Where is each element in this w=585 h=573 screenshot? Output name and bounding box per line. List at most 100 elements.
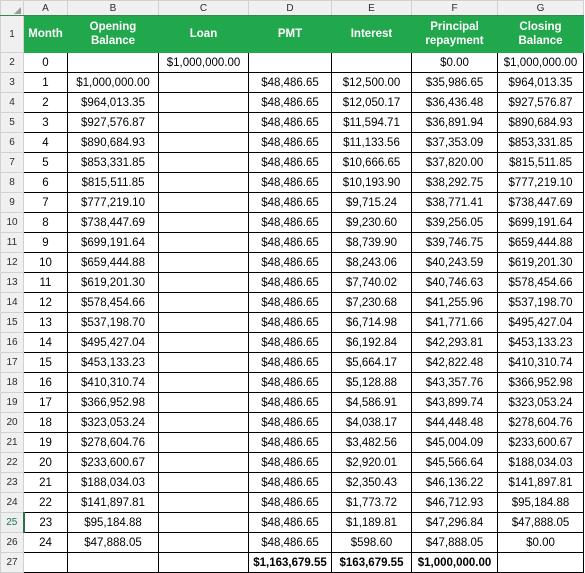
cell-month-21[interactable]: 19 — [23, 432, 68, 453]
cell-closing-balance-9[interactable]: $738,447.69 — [497, 192, 584, 213]
cell-month-10[interactable]: 8 — [23, 212, 68, 233]
select-all-corner[interactable] — [0, 0, 24, 16]
cell-loan-23[interactable] — [158, 472, 249, 493]
cell-loan-26[interactable] — [158, 532, 249, 553]
cell-opening-balance-17[interactable]: $453,133.23 — [67, 352, 159, 373]
cell-opening-balance-2[interactable] — [67, 52, 159, 73]
cell-opening-balance-7[interactable]: $853,331.85 — [67, 152, 159, 173]
row-header-26[interactable]: 26 — [0, 532, 24, 553]
cell-opening-balance-14[interactable]: $578,454.66 — [67, 292, 159, 313]
row-header-16[interactable]: 16 — [0, 332, 24, 353]
cell-interest-14[interactable]: $7,230.68 — [331, 292, 412, 313]
row-header-20[interactable]: 20 — [0, 412, 24, 433]
cell-loan-9[interactable] — [158, 192, 249, 213]
cell-pmt-4[interactable]: $48,486.65 — [248, 92, 332, 113]
cell-loan-14[interactable] — [158, 292, 249, 313]
header-cell-interest[interactable]: Interest — [331, 15, 412, 53]
cell-principal-repayment-14[interactable]: $41,255.96 — [411, 292, 498, 313]
cell-interest-8[interactable]: $10,193.90 — [331, 172, 412, 193]
cell-opening-balance-18[interactable]: $410,310.74 — [67, 372, 159, 393]
cell-closing-balance-5[interactable]: $890,684.93 — [497, 112, 584, 133]
cell-principal-repayment-16[interactable]: $42,293.81 — [411, 332, 498, 353]
cell-closing-balance-10[interactable]: $699,191.64 — [497, 212, 584, 233]
cell-principal-repayment-10[interactable]: $39,256.05 — [411, 212, 498, 233]
cell-principal-repayment-11[interactable]: $39,746.75 — [411, 232, 498, 253]
cell-interest-27[interactable]: $163,679.55 — [331, 552, 412, 573]
cell-principal-repayment-21[interactable]: $45,004.09 — [411, 432, 498, 453]
row-header-14[interactable]: 14 — [0, 292, 24, 313]
cell-loan-19[interactable] — [158, 392, 249, 413]
cell-pmt-6[interactable]: $48,486.65 — [248, 132, 332, 153]
cell-interest-16[interactable]: $6,192.84 — [331, 332, 412, 353]
cell-opening-balance-6[interactable]: $890,684.93 — [67, 132, 159, 153]
cell-closing-balance-16[interactable]: $453,133.23 — [497, 332, 584, 353]
cell-month-3[interactable]: 1 — [23, 72, 68, 93]
cell-loan-13[interactable] — [158, 272, 249, 293]
cell-month-16[interactable]: 14 — [23, 332, 68, 353]
cell-principal-repayment-7[interactable]: $37,820.00 — [411, 152, 498, 173]
cell-loan-20[interactable] — [158, 412, 249, 433]
cell-opening-balance-4[interactable]: $964,013.35 — [67, 92, 159, 113]
cell-loan-7[interactable] — [158, 152, 249, 173]
cell-closing-balance-6[interactable]: $853,331.85 — [497, 132, 584, 153]
row-header-25[interactable]: 25 — [0, 512, 25, 533]
cell-pmt-27[interactable]: $1,163,679.55 — [248, 552, 332, 573]
cell-closing-balance-27[interactable] — [497, 552, 584, 573]
cell-closing-balance-12[interactable]: $619,201.30 — [497, 252, 584, 273]
cell-month-15[interactable]: 13 — [23, 312, 68, 333]
cell-closing-balance-26[interactable]: $0.00 — [497, 532, 584, 553]
cell-opening-balance-22[interactable]: $233,600.67 — [67, 452, 159, 473]
cell-loan-17[interactable] — [158, 352, 249, 373]
cell-month-12[interactable]: 10 — [23, 252, 68, 273]
cell-pmt-15[interactable]: $48,486.65 — [248, 312, 332, 333]
cell-month-9[interactable]: 7 — [23, 192, 68, 213]
cell-pmt-25[interactable]: $48,486.65 — [248, 512, 332, 533]
cell-closing-balance-11[interactable]: $659,444.88 — [497, 232, 584, 253]
column-header-c[interactable]: C — [158, 0, 249, 16]
cell-loan-24[interactable] — [158, 492, 249, 513]
cell-interest-12[interactable]: $8,243.06 — [331, 252, 412, 273]
header-cell-principal-repayment[interactable]: Principal repayment — [411, 15, 498, 53]
cell-interest-17[interactable]: $5,664.17 — [331, 352, 412, 373]
cell-principal-repayment-20[interactable]: $44,448.48 — [411, 412, 498, 433]
cell-principal-repayment-22[interactable]: $45,566.64 — [411, 452, 498, 473]
cell-pmt-13[interactable]: $48,486.65 — [248, 272, 332, 293]
cell-month-18[interactable]: 16 — [23, 372, 68, 393]
column-header-b[interactable]: B — [67, 0, 159, 16]
cell-loan-3[interactable] — [158, 72, 249, 93]
cell-pmt-17[interactable]: $48,486.65 — [248, 352, 332, 373]
cell-principal-repayment-2[interactable]: $0.00 — [411, 52, 498, 73]
cell-pmt-21[interactable]: $48,486.65 — [248, 432, 332, 453]
cell-opening-balance-20[interactable]: $323,053.24 — [67, 412, 159, 433]
cell-month-8[interactable]: 6 — [23, 172, 68, 193]
cell-loan-25[interactable] — [158, 512, 249, 533]
cell-pmt-5[interactable]: $48,486.65 — [248, 112, 332, 133]
cell-loan-12[interactable] — [158, 252, 249, 273]
cell-principal-repayment-17[interactable]: $42,822.48 — [411, 352, 498, 373]
cell-opening-balance-23[interactable]: $188,034.03 — [67, 472, 159, 493]
cell-pmt-22[interactable]: $48,486.65 — [248, 452, 332, 473]
cell-principal-repayment-15[interactable]: $41,771.66 — [411, 312, 498, 333]
cell-interest-13[interactable]: $7,740.02 — [331, 272, 412, 293]
cell-opening-balance-9[interactable]: $777,219.10 — [67, 192, 159, 213]
cell-interest-11[interactable]: $8,739.90 — [331, 232, 412, 253]
cell-principal-repayment-13[interactable]: $40,746.63 — [411, 272, 498, 293]
cell-opening-balance-13[interactable]: $619,201.30 — [67, 272, 159, 293]
cell-principal-repayment-3[interactable]: $35,986.65 — [411, 72, 498, 93]
cell-interest-21[interactable]: $3,482.56 — [331, 432, 412, 453]
cell-interest-25[interactable]: $1,189.81 — [331, 512, 412, 533]
column-header-d[interactable]: D — [248, 0, 332, 16]
cell-opening-balance-16[interactable]: $495,427.04 — [67, 332, 159, 353]
cell-principal-repayment-5[interactable]: $36,891.94 — [411, 112, 498, 133]
cell-principal-repayment-23[interactable]: $46,136.22 — [411, 472, 498, 493]
cell-closing-balance-20[interactable]: $278,604.76 — [497, 412, 584, 433]
cell-closing-balance-24[interactable]: $95,184.88 — [497, 492, 584, 513]
cell-loan-5[interactable] — [158, 112, 249, 133]
cell-month-22[interactable]: 20 — [23, 452, 68, 473]
cell-interest-10[interactable]: $9,230.60 — [331, 212, 412, 233]
cell-pmt-8[interactable]: $48,486.65 — [248, 172, 332, 193]
row-header-6[interactable]: 6 — [0, 132, 24, 153]
cell-interest-2[interactable] — [331, 52, 412, 73]
column-header-f[interactable]: F — [411, 0, 498, 16]
cell-closing-balance-3[interactable]: $964,013.35 — [497, 72, 584, 93]
